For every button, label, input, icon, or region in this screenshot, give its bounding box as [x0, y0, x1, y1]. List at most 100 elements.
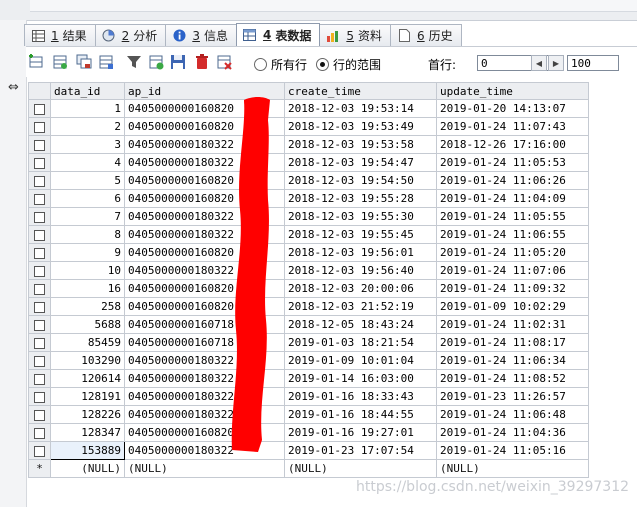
cell-update-time[interactable]: 2019-01-24 11:02:31 [436, 315, 589, 334]
cell-ap-id[interactable]: 0405000000160820 [124, 243, 285, 262]
tab-table-data[interactable]: 4 表数据 [235, 23, 321, 46]
row-checkbox[interactable] [34, 373, 45, 385]
cell-data-id[interactable]: 2 [50, 117, 125, 136]
row-checkbox[interactable] [34, 247, 45, 259]
cell-ap-id[interactable]: 0405000000160820 [124, 189, 285, 208]
cell-update-time[interactable]: 2019-01-24 11:07:06 [436, 261, 589, 280]
cell-ap-id[interactable]: 0405000000160820 [124, 171, 285, 190]
cell-create-time[interactable]: 2018-12-03 21:52:19 [284, 297, 437, 316]
table-row[interactable]: 128191 0405000000180322 2019-01-16 18:33:4… [28, 387, 589, 406]
cell-update-time[interactable]: 2019-01-24 11:06:26 [436, 171, 589, 190]
row-checkbox[interactable] [34, 409, 45, 421]
table-row[interactable]: 103290 0405000000180322 2019-01-09 10:01:0… [28, 351, 589, 370]
row-checkbox-cell[interactable] [28, 369, 51, 388]
tab-result[interactable]: 1 结果 [24, 24, 96, 46]
row-checkbox-cell[interactable] [28, 207, 51, 226]
insert-row-icon[interactable] [28, 54, 44, 70]
row-checkbox[interactable] [34, 211, 45, 223]
row-checkbox-cell[interactable] [28, 99, 51, 118]
table-row[interactable]: 10 0405000000180322 2018-12-03 19:56:40 201… [28, 261, 589, 280]
row-checkbox[interactable] [34, 355, 45, 367]
edit-rows-icon[interactable] [98, 54, 114, 70]
radio-all-rows-dot[interactable] [254, 58, 267, 71]
row-checkbox[interactable] [34, 193, 45, 205]
radio-all-rows[interactable]: 所有行 [254, 56, 307, 73]
cell-update-time[interactable]: 2019-01-24 11:08:52 [436, 369, 589, 388]
row-checkbox[interactable] [34, 427, 45, 439]
cell-data-id[interactable]: 120614 [50, 369, 125, 388]
cell-update-time[interactable]: 2019-01-24 11:05:16 [436, 441, 589, 460]
cell-create-time[interactable]: 2018-12-03 19:53:58 [284, 135, 437, 154]
cell-create-time[interactable]: 2018-12-03 19:54:50 [284, 171, 437, 190]
cell-data-id[interactable]: 258 [50, 297, 125, 316]
cell-create-time[interactable]: 2018-12-03 19:56:01 [284, 243, 437, 262]
cell-data-id[interactable]: 3 [50, 135, 125, 154]
cell-update-time[interactable]: 2019-01-24 11:05:55 [436, 207, 589, 226]
cell-data-id[interactable]: 128347 [50, 423, 125, 442]
row-checkbox-cell[interactable] [28, 405, 51, 424]
row-checkbox[interactable] [34, 319, 45, 331]
cell-create-time[interactable]: 2019-01-09 10:01:04 [284, 351, 437, 370]
cell-create-time[interactable]: 2018-12-03 19:55:28 [284, 189, 437, 208]
cell-ap-id[interactable]: 0405000000180322 [124, 441, 285, 460]
table-row[interactable]: 128226 0405000000180322 2019-01-16 18:44:5… [28, 405, 589, 424]
cell-data-id[interactable]: 9 [50, 243, 125, 262]
cell-update-time[interactable]: 2019-01-24 11:06:48 [436, 405, 589, 424]
row-checkbox[interactable] [34, 175, 45, 187]
cell-create-time[interactable]: 2018-12-03 19:53:14 [284, 99, 437, 118]
cell-create-time[interactable]: 2019-01-16 19:27:01 [284, 423, 437, 442]
cell-data-id[interactable]: 153889 [50, 441, 125, 460]
cell-data-id[interactable]: 6 [50, 189, 125, 208]
table-row[interactable]: 9 0405000000160820 2018-12-03 19:56:01 2019… [28, 243, 589, 262]
row-checkbox[interactable] [34, 157, 45, 169]
table-row[interactable]: 5 0405000000160820 2018-12-03 19:54:50 2019… [28, 171, 589, 190]
cell-update-time[interactable]: 2019-01-24 11:05:53 [436, 153, 589, 172]
row-checkbox-cell[interactable] [28, 351, 51, 370]
cell-ap-id[interactable]: 0405000000160820 [124, 423, 285, 442]
row-checkbox-cell[interactable] [28, 261, 51, 280]
table-row[interactable]: 6 0405000000160820 2018-12-03 19:55:28 2019… [28, 189, 589, 208]
delete-icon[interactable] [194, 54, 210, 70]
cell-create-time[interactable]: 2018-12-03 19:55:45 [284, 225, 437, 244]
table-row[interactable]: 7 0405000000180322 2018-12-03 19:55:30 2019… [28, 207, 589, 226]
row-checkbox[interactable] [34, 445, 45, 457]
row-checkbox[interactable] [34, 301, 45, 313]
cell-update-time[interactable]: 2019-01-24 11:08:17 [436, 333, 589, 352]
table-row[interactable]: 258 0405000000160820 2018-12-03 21:52:19 20… [28, 297, 589, 316]
table-row[interactable]: 2 0405000000160820 2018-12-03 19:53:49 2019… [28, 117, 589, 136]
cell-ap-id[interactable]: 0405000000180322 [124, 225, 285, 244]
row-checkbox[interactable] [34, 337, 45, 349]
tab-history[interactable]: 6 历史 [390, 24, 462, 46]
row-checkbox-cell[interactable] [28, 423, 51, 442]
cell-update-time[interactable]: 2019-01-24 11:06:55 [436, 225, 589, 244]
cell-update-time[interactable]: 2019-01-24 11:04:36 [436, 423, 589, 442]
row-checkbox-cell[interactable] [28, 297, 51, 316]
cell-create-time[interactable]: 2019-01-16 18:44:55 [284, 405, 437, 424]
new-row-cell[interactable]: (NULL) [50, 459, 125, 478]
table-row[interactable]: 128347 0405000000160820 2019-01-16 19:27:0… [28, 423, 589, 442]
row-checkbox[interactable] [34, 391, 45, 403]
row-checkbox[interactable] [34, 103, 45, 115]
column-header[interactable]: data_id [50, 82, 125, 100]
table-row[interactable]: 120614 0405000000180322 2019-01-14 16:03:0… [28, 369, 589, 388]
cancel-changes-icon[interactable] [216, 54, 232, 70]
cell-data-id[interactable]: 103290 [50, 351, 125, 370]
cell-data-id[interactable]: 8 [50, 225, 125, 244]
cell-create-time[interactable]: 2019-01-14 16:03:00 [284, 369, 437, 388]
column-header[interactable]: create_time [284, 82, 437, 100]
row-checkbox-cell[interactable] [28, 171, 51, 190]
cell-data-id[interactable]: 5 [50, 171, 125, 190]
table-row[interactable]: 4 0405000000180322 2018-12-03 19:54:47 2019… [28, 153, 589, 172]
new-row-cell[interactable]: (NULL) [284, 459, 437, 478]
cell-data-id[interactable]: 10 [50, 261, 125, 280]
row-checkbox-cell[interactable] [28, 117, 51, 136]
row-checkbox-cell[interactable] [28, 315, 51, 334]
cell-ap-id[interactable]: 0405000000160820 [124, 297, 285, 316]
cell-update-time[interactable]: 2019-01-09 10:02:29 [436, 297, 589, 316]
cell-create-time[interactable]: 2019-01-23 17:07:54 [284, 441, 437, 460]
table-row[interactable]: 85459 0405000000160718 2019-01-03 18:21:54… [28, 333, 589, 352]
cell-ap-id[interactable]: 0405000000160718 [124, 315, 285, 334]
radio-row-range[interactable]: 行的范围 [316, 56, 381, 73]
cell-update-time[interactable]: 2019-01-24 11:05:20 [436, 243, 589, 262]
tab-details[interactable]: 5 资料 [319, 24, 391, 46]
